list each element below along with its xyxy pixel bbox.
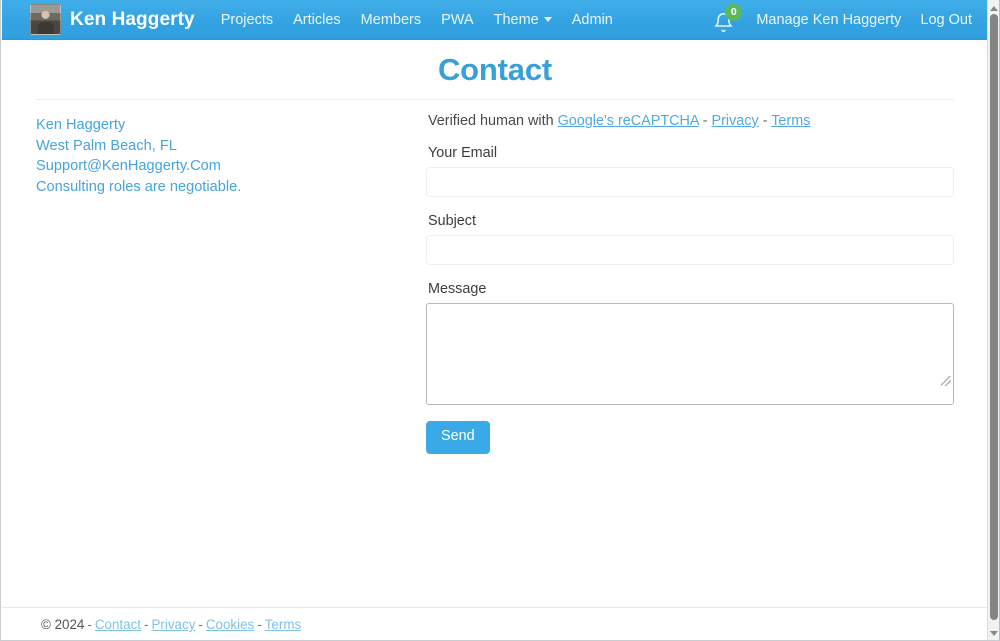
nav-link-theme-label: Theme [493, 11, 539, 28]
footer-copyright: © 2024 [41, 617, 85, 632]
notifications-button[interactable]: 0 [711, 3, 743, 33]
footer-separator-3: - [198, 617, 203, 632]
subject-field-label: Subject [428, 213, 476, 229]
nav-link-members[interactable]: Members [361, 12, 421, 28]
footer-separator-4: - [257, 617, 262, 632]
subject-field[interactable] [426, 235, 954, 265]
recaptcha-separator-2: - [762, 113, 768, 129]
footer-link-cookies[interactable]: Cookies [206, 617, 254, 632]
email-field-label: Your Email [428, 145, 498, 161]
footer-link-terms[interactable]: Terms [265, 617, 301, 632]
footer-link-contact[interactable]: Contact [95, 617, 141, 632]
brand-group[interactable]: Ken Haggerty [30, 4, 195, 35]
navbar-right-group: 0 Manage Ken Haggerty Log Out [711, 3, 976, 33]
contact-info-email[interactable]: Support@KenHaggerty.Com [36, 156, 426, 177]
page-viewport: Ken Haggerty Projects Articles Members P… [1, 0, 989, 640]
contact-info-location[interactable]: West Palm Beach, FL [36, 136, 426, 157]
browser-window: Ken Haggerty Projects Articles Members P… [0, 0, 1000, 641]
chevron-down-icon [543, 17, 552, 22]
scrollbar-thumb[interactable] [990, 14, 998, 620]
contact-info-note[interactable]: Consulting roles are negotiable. [36, 177, 426, 198]
recaptcha-notice: Verified human with Google's reCAPTCHA -… [428, 113, 954, 129]
nav-link-projects[interactable]: Projects [221, 12, 273, 28]
send-button[interactable]: Send [426, 421, 490, 454]
nav-link-admin[interactable]: Admin [572, 12, 613, 28]
contact-info-panel: Ken Haggerty West Palm Beach, FL Support… [36, 113, 426, 454]
message-field-label: Message [428, 281, 487, 297]
footer-link-privacy[interactable]: Privacy [151, 617, 195, 632]
logout-link[interactable]: Log Out [920, 12, 972, 28]
nav-link-theme[interactable]: Theme [494, 12, 552, 28]
message-field-wrapper [426, 303, 954, 405]
manage-account-link[interactable]: Manage Ken Haggerty [756, 12, 901, 28]
brand-title[interactable]: Ken Haggerty [70, 9, 195, 31]
page-content: Contact Ken Haggerty West Palm Beach, FL… [2, 40, 988, 601]
nav-links: Projects Articles Members PWA Theme Admi… [221, 12, 613, 28]
footer: © 2024 - Contact - Privacy - Cookies - T… [2, 608, 988, 640]
recaptcha-link[interactable]: Google's reCAPTCHA [558, 113, 699, 129]
footer-separator-2: - [144, 617, 149, 632]
nav-link-pwa[interactable]: PWA [441, 12, 474, 28]
message-field[interactable] [426, 303, 954, 405]
recaptcha-prefix-text: Verified human with [428, 113, 554, 129]
contact-form-panel: Verified human with Google's reCAPTCHA -… [426, 113, 954, 454]
notification-count-badge: 0 [725, 3, 743, 21]
contact-info-name[interactable]: Ken Haggerty [36, 115, 426, 136]
page-title: Contact [438, 52, 552, 87]
footer-separator-1: - [87, 617, 92, 632]
recaptcha-privacy-link[interactable]: Privacy [712, 113, 759, 129]
recaptcha-separator-1: - [702, 113, 708, 129]
user-avatar-photo [30, 4, 61, 35]
recaptcha-terms-link[interactable]: Terms [771, 113, 810, 129]
vertical-scrollbar[interactable] [987, 0, 999, 640]
navbar: Ken Haggerty Projects Articles Members P… [2, 0, 988, 40]
nav-link-articles[interactable]: Articles [293, 12, 341, 28]
scroll-down-arrow-icon[interactable] [988, 627, 999, 639]
content-columns: Ken Haggerty West Palm Beach, FL Support… [2, 100, 988, 454]
scroll-up-arrow-icon[interactable] [988, 2, 999, 14]
email-field[interactable] [426, 167, 954, 197]
